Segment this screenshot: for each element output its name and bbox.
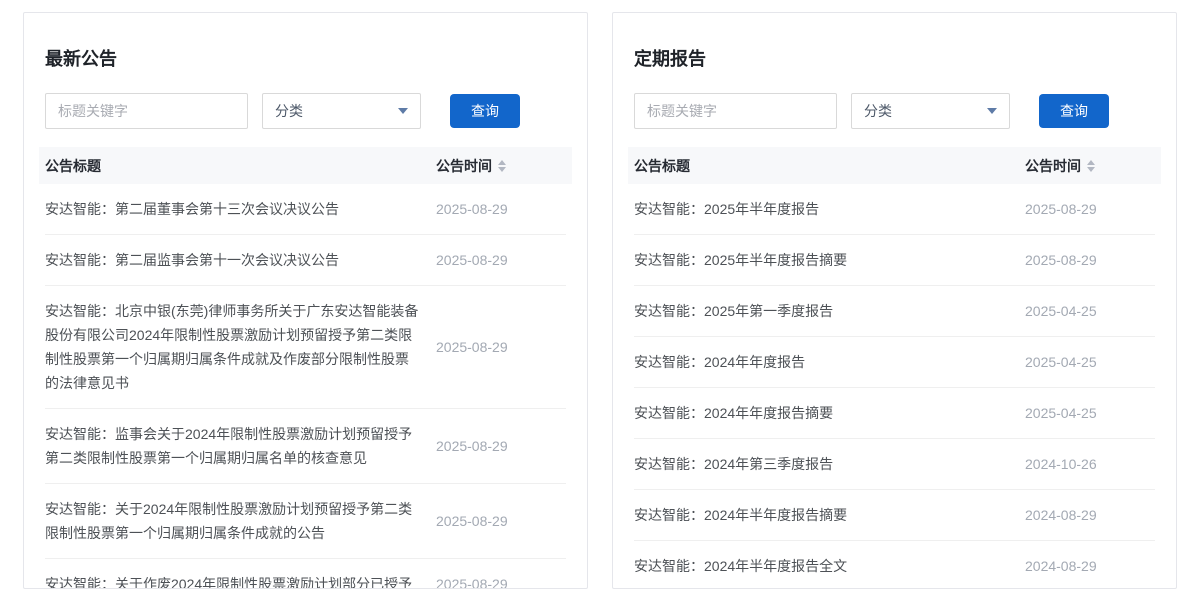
report-list: 安达智能：2025年半年度报告 2025-08-29 安达智能：2025年半年度… <box>634 184 1155 589</box>
announcement-title-link[interactable]: 安达智能：第二届监事会第十一次会议决议公告 <box>45 248 436 272</box>
announcement-date: 2024-08-29 <box>1025 507 1155 523</box>
announcement-date: 2025-04-25 <box>1025 354 1155 370</box>
table-row: 安达智能：第二届董事会第十三次会议决议公告 2025-08-29 <box>45 184 566 235</box>
table-row: 安达智能：2025年第一季度报告 2025-04-25 <box>634 286 1155 337</box>
table-row: 安达智能：2024年年度报告摘要 2025-04-25 <box>634 388 1155 439</box>
chevron-down-icon <box>987 108 997 114</box>
table-row: 安达智能：监事会关于2024年限制性股票激励计划预留授予第二类限制性股票第一个归… <box>45 409 566 484</box>
latest-announcements-panel: 最新公告 分类 查询 公告标题 公告时间 安达智能：第二届董事会第十三次会议决议… <box>23 12 588 589</box>
announcement-date: 2025-08-29 <box>436 576 566 589</box>
category-select[interactable]: 分类 <box>851 93 1010 129</box>
announcement-title-link[interactable]: 安达智能：2025年半年度报告摘要 <box>634 248 1025 272</box>
announcement-date: 2025-08-29 <box>436 513 566 529</box>
announcement-title-link[interactable]: 安达智能：2024年年度报告 <box>634 350 1025 374</box>
keyword-input[interactable] <box>634 93 837 129</box>
announcement-title-link[interactable]: 安达智能：关于2024年限制性股票激励计划预留授予第二类限制性股票第一个归属期归… <box>45 497 436 545</box>
column-header-title: 公告标题 <box>45 156 436 176</box>
announcement-date: 2025-08-29 <box>436 438 566 454</box>
panel-title: 定期报告 <box>634 46 1155 72</box>
table-row: 安达智能：2025年半年度报告摘要 2025-08-29 <box>634 235 1155 286</box>
column-header-date-label: 公告时间 <box>436 156 492 176</box>
announcement-date: 2025-04-25 <box>1025 405 1155 421</box>
announcement-date: 2024-08-29 <box>1025 558 1155 574</box>
column-header-date-sort[interactable]: 公告时间 <box>436 156 566 176</box>
sort-icon <box>1087 160 1095 172</box>
table-row: 安达智能：2024年半年度报告摘要 2024-08-29 <box>634 490 1155 541</box>
column-header-date-label: 公告时间 <box>1025 156 1081 176</box>
announcement-date: 2025-08-29 <box>1025 201 1155 217</box>
announcement-date: 2025-08-29 <box>436 339 566 355</box>
table-header: 公告标题 公告时间 <box>39 147 572 184</box>
category-select-value: 分类 <box>275 101 303 121</box>
announcement-title-link[interactable]: 安达智能：2025年第一季度报告 <box>634 299 1025 323</box>
search-button[interactable]: 查询 <box>1039 94 1109 128</box>
announcement-title-link[interactable]: 安达智能：北京中银(东莞)律师事务所关于广东安达智能装备股份有限公司2024年限… <box>45 299 436 395</box>
announcement-title-link[interactable]: 安达智能：2024年半年度报告全文 <box>634 554 1025 578</box>
announcement-title-link[interactable]: 安达智能：2024年第三季度报告 <box>634 452 1025 476</box>
panel-title: 最新公告 <box>45 46 566 72</box>
table-row: 安达智能：2024年第三季度报告 2024-10-26 <box>634 439 1155 490</box>
table-row: 安达智能：2025年半年度报告 2025-08-29 <box>634 184 1155 235</box>
announcement-title-link[interactable]: 安达智能：关于作废2024年限制性股票激励计划部分已授予 <box>45 572 436 589</box>
table-row: 安达智能：关于2024年限制性股票激励计划预留授予第二类限制性股票第一个归属期归… <box>45 484 566 559</box>
column-header-date-sort[interactable]: 公告时间 <box>1025 156 1155 176</box>
announcement-date: 2025-08-29 <box>1025 252 1155 268</box>
periodic-reports-panel: 定期报告 分类 查询 公告标题 公告时间 安达智能：2025年半年度报告 202… <box>612 12 1177 589</box>
table-row: 安达智能：2024年年度报告 2025-04-25 <box>634 337 1155 388</box>
table-row: 安达智能：2024年半年度报告全文 2024-08-29 <box>634 541 1155 589</box>
table-row: 安达智能：关于作废2024年限制性股票激励计划部分已授予 2025-08-29 <box>45 559 566 589</box>
announcement-title-link[interactable]: 安达智能：2024年年度报告摘要 <box>634 401 1025 425</box>
category-select-value: 分类 <box>864 101 892 121</box>
filter-bar: 分类 查询 <box>634 93 1155 129</box>
chevron-down-icon <box>398 108 408 114</box>
table-row: 安达智能：北京中银(东莞)律师事务所关于广东安达智能装备股份有限公司2024年限… <box>45 286 566 409</box>
announcement-date: 2024-10-26 <box>1025 456 1155 472</box>
keyword-input[interactable] <box>45 93 248 129</box>
announcement-list: 安达智能：第二届董事会第十三次会议决议公告 2025-08-29 安达智能：第二… <box>45 184 566 589</box>
announcement-date: 2025-08-29 <box>436 201 566 217</box>
search-button[interactable]: 查询 <box>450 94 520 128</box>
announcement-date: 2025-08-29 <box>436 252 566 268</box>
sort-icon <box>498 160 506 172</box>
announcement-title-link[interactable]: 安达智能：2024年半年度报告摘要 <box>634 503 1025 527</box>
announcement-title-link[interactable]: 安达智能：2025年半年度报告 <box>634 197 1025 221</box>
announcement-title-link[interactable]: 安达智能：第二届董事会第十三次会议决议公告 <box>45 197 436 221</box>
table-header: 公告标题 公告时间 <box>628 147 1161 184</box>
filter-bar: 分类 查询 <box>45 93 566 129</box>
column-header-title: 公告标题 <box>634 156 1025 176</box>
announcement-title-link[interactable]: 安达智能：监事会关于2024年限制性股票激励计划预留授予第二类限制性股票第一个归… <box>45 422 436 470</box>
page: 最新公告 分类 查询 公告标题 公告时间 安达智能：第二届董事会第十三次会议决议… <box>0 0 1200 589</box>
category-select[interactable]: 分类 <box>262 93 421 129</box>
table-row: 安达智能：第二届监事会第十一次会议决议公告 2025-08-29 <box>45 235 566 286</box>
announcement-date: 2025-04-25 <box>1025 303 1155 319</box>
